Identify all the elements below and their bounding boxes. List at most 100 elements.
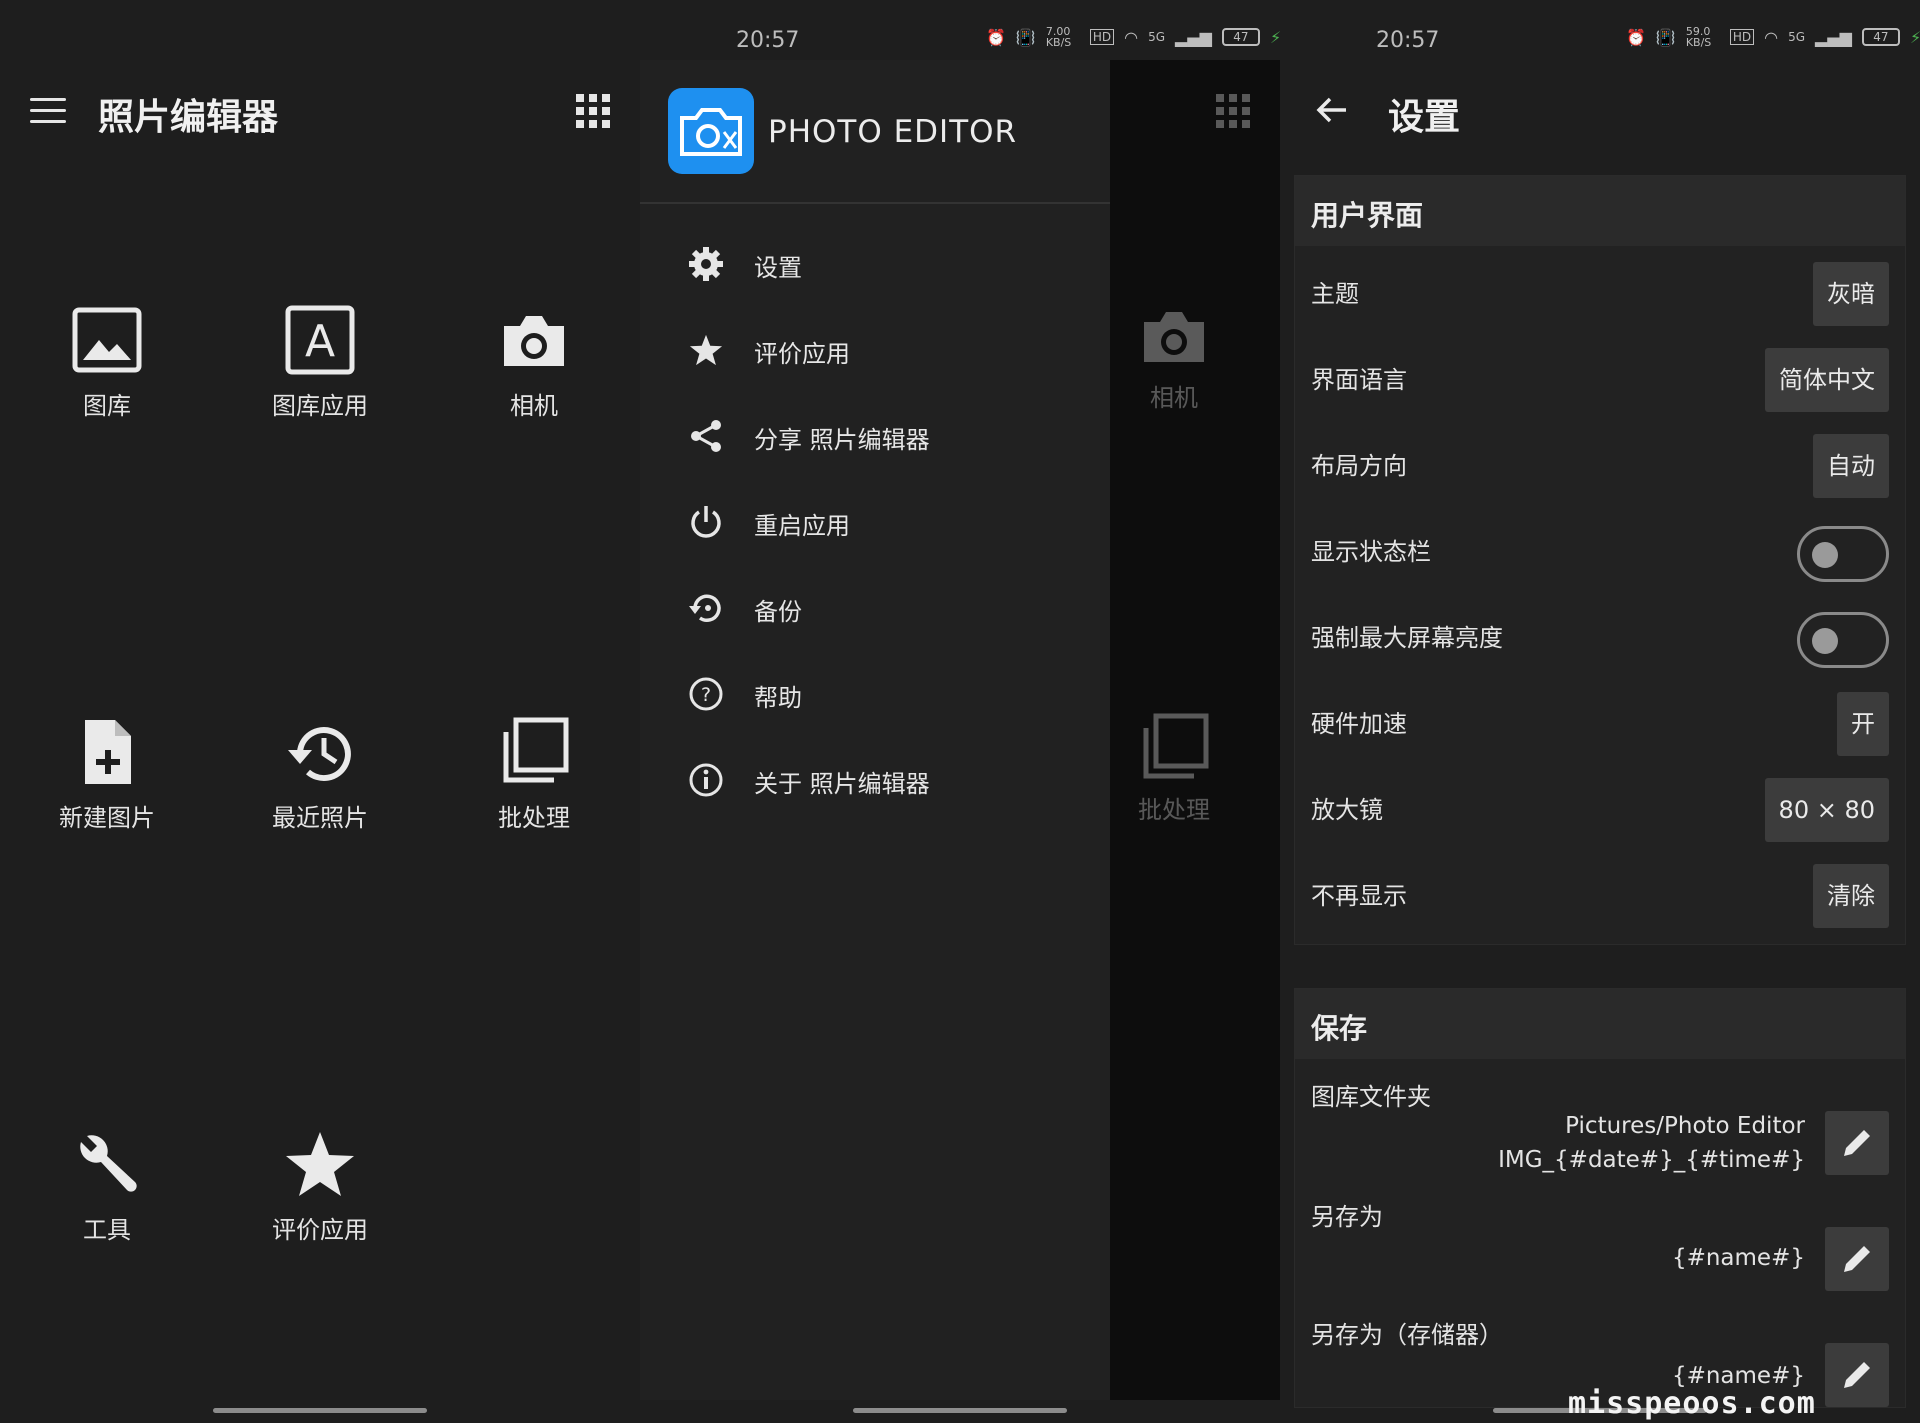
setting-do-not-show-again[interactable]: 不再显示 清除 — [1295, 848, 1905, 934]
drawer-item-label: 设置 — [754, 254, 802, 282]
drawer-item-label: 备份 — [754, 598, 802, 626]
status-time: 20:57 — [736, 28, 800, 53]
home-indicator — [213, 1408, 427, 1413]
setting-label: 放大镜 — [1311, 796, 1383, 824]
setting-label: 另存为（存储器） — [1311, 1321, 1503, 1349]
setting-label: 硬件加速 — [1311, 710, 1407, 738]
new-file-icon — [67, 712, 147, 792]
apps-grid-icon[interactable] — [576, 94, 610, 128]
setting-language[interactable]: 界面语言 简体中文 — [1295, 332, 1905, 418]
tile-recent-photos[interactable]: 最近照片 — [213, 712, 427, 862]
drawer-item-about[interactable]: 关于 照片编辑器 — [640, 744, 1110, 814]
status-bar-toggle[interactable] — [1797, 526, 1889, 582]
layout-direction-value-button[interactable]: 自动 — [1813, 434, 1889, 498]
edit-save-as-storage-button[interactable] — [1825, 1343, 1889, 1407]
edit-save-as-button[interactable] — [1825, 1227, 1889, 1291]
wifi-icon: ◠ — [1124, 27, 1139, 47]
section-header: 用户界面 — [1295, 176, 1905, 246]
status-icons: ⏰ 📳 59.0 KB/S HD ◠ 5G ▂▄▆ 47 ⚡ — [1626, 26, 1920, 48]
tile-rate-app[interactable]: 评价应用 — [213, 1124, 427, 1274]
setting-save-as[interactable]: 另存为 {#name#} — [1295, 1177, 1905, 1297]
setting-label: 另存为 — [1311, 1203, 1383, 1231]
page-title: 设置 — [1388, 97, 1461, 138]
pencil-icon — [1844, 1130, 1870, 1156]
language-value-button[interactable]: 简体中文 — [1765, 348, 1889, 412]
gallery-folder-path: Pictures/Photo Editor — [1565, 1113, 1805, 1139]
drawer-item-help[interactable]: ? 帮助 — [640, 658, 1110, 728]
tile-tools[interactable]: 工具 — [0, 1124, 214, 1274]
net-speed: 7.00 KB/S — [1045, 25, 1072, 49]
home-screen: 照片编辑器 图库 A 图库应用 相机 新建图片 最近照片 批处理 工具 评价应用 — [0, 0, 640, 1423]
setting-hardware-acceleration[interactable]: 硬件加速 开 — [1295, 676, 1905, 762]
photo-editor-logo-icon — [668, 88, 754, 174]
battery-icon: 47 — [1861, 28, 1900, 46]
clear-button[interactable]: 清除 — [1813, 864, 1889, 928]
signal-network: 5G — [1148, 30, 1166, 44]
setting-label: 显示状态栏 — [1311, 538, 1431, 566]
drawer-item-rate-app[interactable]: 评价应用 — [640, 314, 1110, 384]
home-indicator — [853, 1408, 1067, 1413]
setting-layout-direction[interactable]: 布局方向 自动 — [1295, 418, 1905, 504]
drawer-item-settings[interactable]: 设置 — [640, 228, 1110, 298]
hd-badge: HD — [1729, 29, 1755, 45]
vibrate-icon: 📳 — [1655, 27, 1676, 47]
alarm-icon: ⏰ — [1626, 27, 1646, 47]
setting-label: 强制最大屏幕亮度 — [1311, 624, 1503, 652]
setting-theme[interactable]: 主题 灰暗 — [1295, 246, 1905, 332]
setting-label: 主题 — [1311, 280, 1359, 308]
drawer-item-share[interactable]: 分享 照片编辑器 — [640, 400, 1110, 470]
wifi-icon: ◠ — [1764, 27, 1779, 47]
tile-label: 工具 — [83, 1216, 131, 1244]
settings-screen: 20:57 ⏰ 📳 59.0 KB/S HD ◠ 5G ▂▄▆ 47 ⚡ 设置 … — [1280, 0, 1920, 1423]
tile-label: 最近照片 — [272, 804, 368, 832]
gallery-file-pattern: IMG_{#date#}_{#time#} — [1498, 1147, 1805, 1173]
watermark: misspeoos.com — [1568, 1386, 1816, 1421]
status-time: 20:57 — [1376, 28, 1440, 53]
tile-camera[interactable]: 相机 — [427, 300, 640, 450]
batch-icon — [494, 712, 574, 792]
svg-text:?: ? — [701, 684, 711, 706]
tile-label: 图库应用 — [272, 392, 368, 420]
apps-grid-icon — [1216, 94, 1250, 128]
battery-icon: 47 — [1221, 28, 1260, 46]
vibrate-icon: 📳 — [1015, 27, 1036, 47]
tile-new-image[interactable]: 新建图片 — [0, 712, 214, 862]
hd-badge: HD — [1089, 29, 1115, 45]
magnifier-value-button[interactable]: 80 × 80 — [1764, 778, 1889, 842]
drawer-item-restart[interactable]: 重启应用 — [640, 486, 1110, 556]
share-icon — [688, 418, 724, 454]
svg-text:A: A — [305, 316, 335, 367]
tile-batch[interactable]: 批处理 — [427, 712, 640, 862]
tile-label: 新建图片 — [59, 804, 155, 832]
setting-show-status-bar[interactable]: 显示状态栏 — [1295, 504, 1905, 590]
tile-gallery[interactable]: 图库 — [0, 300, 214, 450]
max-brightness-toggle[interactable] — [1797, 612, 1889, 668]
setting-label: 界面语言 — [1311, 366, 1407, 394]
drawer-scrim[interactable]: 相机 批处理 — [1110, 60, 1280, 1400]
status-bar: 20:57 ⏰ 📳 59.0 KB/S HD ◠ 5G ▂▄▆ 47 ⚡ — [1280, 24, 1920, 60]
setting-label: 布局方向 — [1311, 452, 1407, 480]
setting-magnifier[interactable]: 放大镜 80 × 80 — [1295, 762, 1905, 848]
drawer-item-label: 评价应用 — [754, 340, 850, 368]
app-bar: 照片编辑器 — [0, 70, 640, 154]
section-save: 保存 图库文件夹 Pictures/Photo Editor IMG_{#dat… — [1294, 988, 1906, 1408]
star-icon — [280, 1124, 360, 1204]
pencil-icon — [1844, 1362, 1870, 1388]
theme-value-button[interactable]: 灰暗 — [1813, 262, 1889, 326]
setting-gallery-folder[interactable]: 图库文件夹 Pictures/Photo Editor IMG_{#date#}… — [1295, 1059, 1905, 1177]
tile-label: 批处理 — [498, 804, 570, 832]
back-arrow-icon[interactable] — [1314, 92, 1350, 128]
setting-max-brightness[interactable]: 强制最大屏幕亮度 — [1295, 590, 1905, 676]
hardware-acceleration-value-button[interactable]: 开 — [1837, 692, 1889, 756]
letter-a-icon: A — [280, 300, 360, 380]
drawer-header: PHOTO EDITOR — [640, 60, 1110, 204]
help-icon: ? — [688, 676, 724, 712]
camera-icon — [494, 300, 574, 380]
drawer-title: PHOTO EDITOR — [768, 114, 1018, 150]
edit-gallery-folder-button[interactable] — [1825, 1111, 1889, 1175]
drawer-item-backup[interactable]: 备份 — [640, 572, 1110, 642]
tile-gallery-app[interactable]: A 图库应用 — [213, 300, 427, 450]
tile-label: 评价应用 — [272, 1216, 368, 1244]
menu-icon[interactable] — [30, 98, 66, 124]
setting-label: 图库文件夹 — [1311, 1083, 1431, 1111]
